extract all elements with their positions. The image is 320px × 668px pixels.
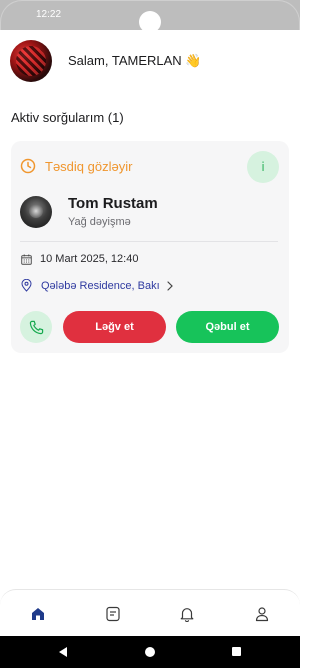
- profile-icon: [255, 607, 269, 622]
- datetime-row: 10 Mart 2025, 12:40: [21, 253, 138, 265]
- divider: [20, 241, 278, 242]
- accept-button[interactable]: Qəbul et: [176, 311, 279, 343]
- address-text[interactable]: Qələbə Residence, Bakı: [41, 280, 160, 292]
- bell-icon: [180, 608, 194, 622]
- person-row: Tom Rustam Yağ dəyişmə: [20, 195, 158, 228]
- location-pin-icon: [21, 279, 32, 292]
- section-title: Aktiv sorğularım (1): [11, 110, 124, 125]
- info-icon: i: [261, 160, 265, 174]
- datetime-text: 10 Mart 2025, 12:40: [40, 253, 139, 265]
- address-link[interactable]: Qələbə Residence, Bakı: [21, 279, 174, 292]
- tab-profile[interactable]: [250, 602, 274, 626]
- clock-icon: [20, 158, 36, 174]
- status-bar: 12:22: [0, 0, 300, 33]
- info-button[interactable]: i: [247, 151, 279, 183]
- tab-home[interactable]: [26, 602, 50, 626]
- camera-cutout: [139, 11, 161, 33]
- back-icon[interactable]: [58, 646, 68, 658]
- recent-apps-button[interactable]: [232, 647, 241, 656]
- cancel-button[interactable]: Ləğv et: [63, 311, 166, 343]
- home-icon: [32, 608, 44, 620]
- actions-row: Ləğv et Qəbul et: [20, 311, 279, 343]
- request-card[interactable]: Təsdiq gözləyir i Tom Rustam Yağ dəyişmə…: [11, 141, 289, 353]
- service-name: Yağ dəyişmə: [68, 216, 131, 228]
- person-info: Tom Rustam Yağ dəyişmə: [68, 195, 158, 228]
- greeting-text: Salam, TAMERLAN 👋: [68, 53, 202, 68]
- header: Salam, TAMERLAN 👋: [10, 40, 290, 82]
- status-time: 12:22: [36, 9, 62, 20]
- person-name: Tom Rustam: [68, 195, 158, 212]
- person-avatar: [20, 195, 52, 228]
- call-button[interactable]: [20, 311, 52, 343]
- status-label: Təsdiq gözləyir: [45, 158, 133, 174]
- requests-icon: [106, 606, 120, 622]
- chevron-right-icon: [167, 280, 173, 291]
- bottom-tab-bar: [0, 589, 300, 636]
- tab-requests[interactable]: [101, 602, 125, 626]
- tab-notifications[interactable]: [175, 602, 199, 626]
- phone-icon: [29, 320, 43, 334]
- system-nav-bar: [0, 636, 300, 668]
- user-avatar[interactable]: [10, 40, 52, 82]
- calendar-icon: [21, 253, 32, 265]
- status-row: Təsdiq gözləyir: [20, 158, 132, 174]
- home-nav-button[interactable]: [145, 647, 155, 657]
